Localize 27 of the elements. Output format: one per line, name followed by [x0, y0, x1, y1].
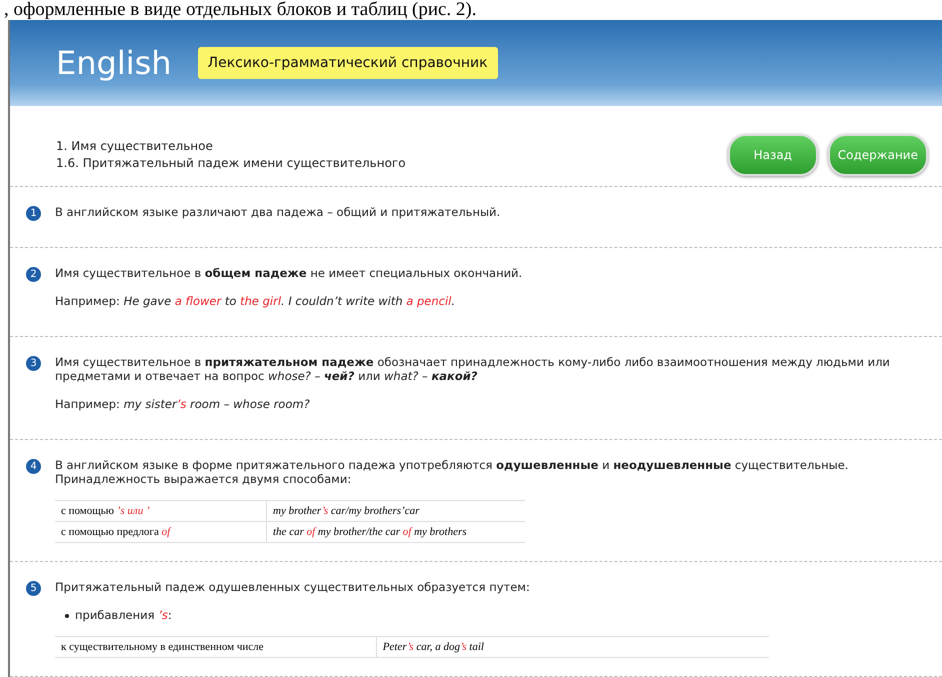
paragraph-text: Например: my sister’s room – whose room? [55, 397, 311, 411]
paragraph-text: Притяжательный падеж одушевленных существительных образуется путем: [55, 580, 531, 594]
table-cell: с помощью предлога of [55, 522, 266, 542]
subtitle-label: Лексико-грамматический справочник [198, 47, 498, 79]
logo-text: English [56, 44, 172, 82]
nav-button[interactable]: Назад [728, 134, 818, 176]
table-cell: с помощью ’s или ’ [55, 500, 266, 522]
bullet-icon [65, 614, 69, 618]
number-badge: 4 [26, 459, 41, 474]
paragraph-text: Например: He gave a flower to the girl. I couldn’t write with a pencil. [55, 294, 456, 308]
nav-button[interactable]: Содержание [828, 134, 928, 176]
paragraph-text: Имя существительное в общем падеже не имеет специальных окончаний. [55, 266, 524, 280]
paragraph-text: В английском языке в форме притяжательного падежа употребляются одушевленные и неодушевленные существительные. Принадлежность выражается двумя способами: [55, 458, 850, 486]
number-badge: 2 [26, 267, 41, 282]
bullet-text: прибавления ’s: [75, 608, 172, 622]
number-badge: 1 [26, 206, 41, 221]
paragraph-text: В английском языке различают два падежа – общий и притяжательный. [55, 205, 502, 219]
paragraph-text: Имя существительное в притяжательном падеже обозначает принадлежность кому-либо либо взаимоотношения между людьми или предметами и отвечает на вопрос whose? – чей? или what? – какой? [55, 355, 891, 383]
breadcrumb-text: 1.6. Притяжательный падеж имени существительного [56, 155, 406, 172]
table-cell: Peter’s car, a dog’s tail [376, 636, 769, 658]
table-cell: the car of my brother/the car of my brothers [266, 522, 525, 542]
number-badge: 5 [26, 581, 41, 596]
document-caption: , оформленные в виде отдельных блоков и таблиц (рис. 2). [3, 0, 478, 20]
breadcrumb-text: 1. Имя существительное [56, 138, 214, 155]
number-badge: 3 [26, 356, 41, 371]
table-cell: my brother’s car/my brothers’car [266, 500, 525, 522]
table-cell: к существительному в единственном числе [55, 636, 376, 658]
